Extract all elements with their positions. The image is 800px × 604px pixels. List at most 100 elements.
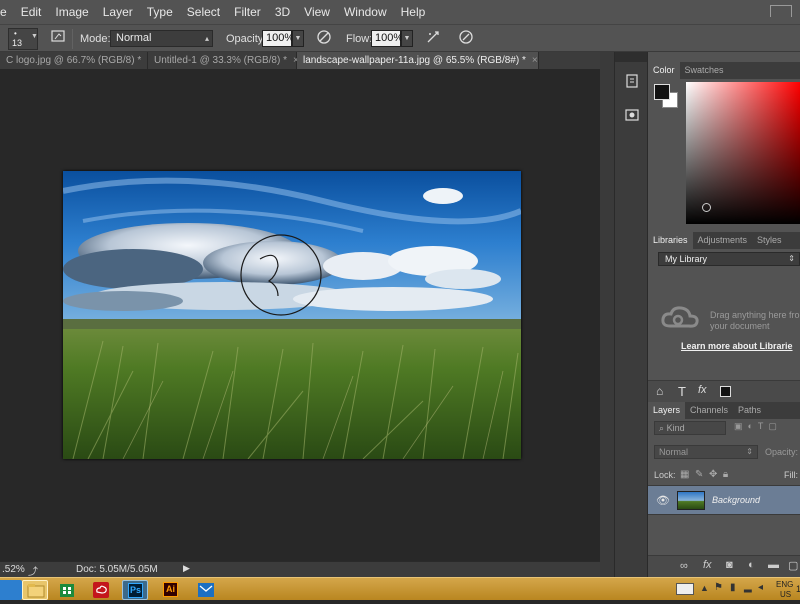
flow-input[interactable]: 100% xyxy=(371,30,403,47)
mode-select[interactable]: Normal ▴ xyxy=(110,30,213,47)
type-filter-icon[interactable]: T xyxy=(758,421,764,431)
menu-window[interactable]: Window xyxy=(337,0,394,24)
photoshop-icon[interactable]: Ps xyxy=(122,580,148,600)
history-icon[interactable] xyxy=(623,72,641,93)
brush-preset-picker[interactable]: • 13 ▼ xyxy=(8,28,38,50)
fill-label: Fill: xyxy=(784,470,798,480)
lock-position-icon[interactable]: ✥ xyxy=(709,469,717,480)
tab-adjustments[interactable]: Adjustments xyxy=(693,232,753,249)
tab-channels[interactable]: Channels xyxy=(685,402,733,419)
lock-pixels-icon[interactable]: ✎ xyxy=(695,469,703,480)
lock-all-icon[interactable]: 🔒︎ xyxy=(723,469,728,480)
tab-paths[interactable]: Paths xyxy=(733,402,766,419)
options-bar: • 13 ▼ Mode: Normal ▴ Opacity: 100% ▼ Fl… xyxy=(0,24,800,52)
tab-layers[interactable]: Layers xyxy=(648,402,686,419)
canvas-area[interactable] xyxy=(0,69,600,561)
panel-collapse-strip xyxy=(600,52,614,577)
pressure-size-icon[interactable] xyxy=(455,28,477,50)
new-layer-icon[interactable]: ▢ xyxy=(788,559,798,572)
keyboard-icon[interactable] xyxy=(676,583,694,595)
tab-libraries[interactable]: Libraries xyxy=(648,232,693,249)
add-graphic-icon[interactable]: ⌂ xyxy=(656,384,663,398)
menu-view[interactable]: View xyxy=(297,0,337,24)
color-picker-cursor[interactable] xyxy=(702,203,711,212)
tab-color[interactable]: Color xyxy=(648,62,680,79)
layer-mask-icon[interactable]: ◙ xyxy=(726,559,733,571)
brush-size-value: 13 xyxy=(12,38,23,48)
network-icon[interactable]: ▂ xyxy=(744,582,752,593)
tab-landscape-wallpaper[interactable]: landscape-wallpaper-11a.jpg @ 65.5% (RGB… xyxy=(297,52,539,69)
tray-chevron-icon[interactable]: ▲ xyxy=(700,583,709,593)
menu-image[interactable]: Image xyxy=(48,0,95,24)
illustrator-icon[interactable]: Ai xyxy=(158,580,184,600)
mail-icon[interactable] xyxy=(193,580,219,600)
tab-untitled-1[interactable]: Untitled-1 @ 33.3% (RGB/8) * × xyxy=(148,52,299,69)
ie-icon[interactable] xyxy=(0,580,22,600)
pixel-filter-icon[interactable]: ▣ xyxy=(734,421,743,431)
learn-more-link[interactable]: Learn more about Librarie xyxy=(681,341,800,351)
lock-label: Lock: xyxy=(654,470,676,480)
creative-cloud-icon xyxy=(660,304,700,335)
tab-styles[interactable]: Styles xyxy=(752,232,787,249)
blend-mode-select[interactable]: Normal ⇕ xyxy=(654,445,758,459)
opacity-dropdown[interactable]: ▼ xyxy=(292,30,304,47)
landscape-image[interactable] xyxy=(63,171,521,459)
select-arrows-icon: ▴ xyxy=(204,34,209,43)
flow-dropdown[interactable]: ▼ xyxy=(401,30,413,47)
color-picker-field[interactable] xyxy=(686,82,800,224)
menu-layer[interactable]: Layer xyxy=(96,0,140,24)
library-select[interactable]: My Library ⇕ xyxy=(658,252,800,266)
tab-label: C logo.jpg @ 66.7% (RGB/8) * xyxy=(6,55,142,66)
file-explorer-icon[interactable] xyxy=(22,580,48,600)
select-arrows-icon: ⇕ xyxy=(746,447,753,456)
new-group-icon[interactable]: ▬ xyxy=(768,559,779,571)
share-icon[interactable]: ⤴ xyxy=(28,563,38,578)
menu-file[interactable]: e xyxy=(0,0,14,24)
flag-icon[interactable]: ⚑ xyxy=(714,582,723,593)
zoom-level[interactable]: .52% xyxy=(2,564,25,575)
add-layer-style-icon[interactable]: fx xyxy=(698,384,707,396)
menu-type[interactable]: Type xyxy=(140,0,180,24)
shape-filter-icon[interactable]: ▢ xyxy=(768,421,777,431)
foreground-color-swatch[interactable] xyxy=(654,84,670,100)
layer-name[interactable]: Background xyxy=(712,495,760,505)
mode-value: Normal xyxy=(116,32,152,44)
menu-help[interactable]: Help xyxy=(394,0,433,24)
add-text-icon[interactable]: T xyxy=(678,384,686,399)
brush-panel-icon[interactable] xyxy=(47,28,69,50)
tab-swatches[interactable]: Swatches xyxy=(680,62,729,79)
adjustment-layer-icon[interactable]: ◐ xyxy=(748,559,755,571)
layer-row-background[interactable]: 👁︎ Background xyxy=(648,485,800,515)
status-menu-arrow-icon[interactable]: ▶ xyxy=(183,563,190,574)
tab-c-logo[interactable]: C logo.jpg @ 66.7% (RGB/8) *× xyxy=(0,52,153,69)
layer-opacity-label: Opacity: xyxy=(765,447,799,457)
adjustment-filter-icon[interactable]: ◐ xyxy=(748,421,753,431)
menu-3d[interactable]: 3D xyxy=(268,0,297,24)
menu-filter[interactable]: Filter xyxy=(227,0,268,24)
menu-edit[interactable]: Edit xyxy=(14,0,49,24)
menu-select[interactable]: Select xyxy=(180,0,227,24)
pressure-opacity-icon[interactable] xyxy=(313,28,335,50)
visibility-eye-icon[interactable]: 👁︎ xyxy=(656,494,670,507)
volume-icon[interactable]: ◂ xyxy=(758,582,763,593)
layer-style-icon[interactable]: fx xyxy=(703,559,712,571)
add-color-icon[interactable] xyxy=(720,386,731,397)
link-layers-icon[interactable]: ∞ xyxy=(680,560,688,572)
document-tabs: C logo.jpg @ 66.7% (RGB/8) *× Untitled-1… xyxy=(0,52,600,69)
select-arrows-icon: ⇕ xyxy=(788,254,795,263)
restore-window-icon[interactable] xyxy=(770,5,792,17)
region-indicator[interactable]: US xyxy=(780,590,791,599)
battery-icon[interactable]: ▮ xyxy=(730,582,736,593)
strip-grip[interactable] xyxy=(615,52,647,62)
lock-transparent-icon[interactable]: ▦ xyxy=(680,469,689,480)
airbrush-icon[interactable] xyxy=(422,28,444,50)
close-icon[interactable]: × xyxy=(532,55,538,66)
language-indicator[interactable]: ENG xyxy=(776,580,793,589)
store-icon[interactable] xyxy=(54,580,80,600)
clock[interactable]: 1: xyxy=(796,584,800,594)
windows-taskbar: Ps Ai ▲ ⚑ ▮ ▂ ◂ ENG US 1: xyxy=(0,577,800,600)
opacity-input[interactable]: 100% xyxy=(262,30,294,47)
filter-kind-select[interactable]: ⌕ Kind xyxy=(654,421,726,435)
properties-icon[interactable] xyxy=(623,106,641,127)
creative-cloud-taskbar-icon[interactable] xyxy=(88,580,114,600)
